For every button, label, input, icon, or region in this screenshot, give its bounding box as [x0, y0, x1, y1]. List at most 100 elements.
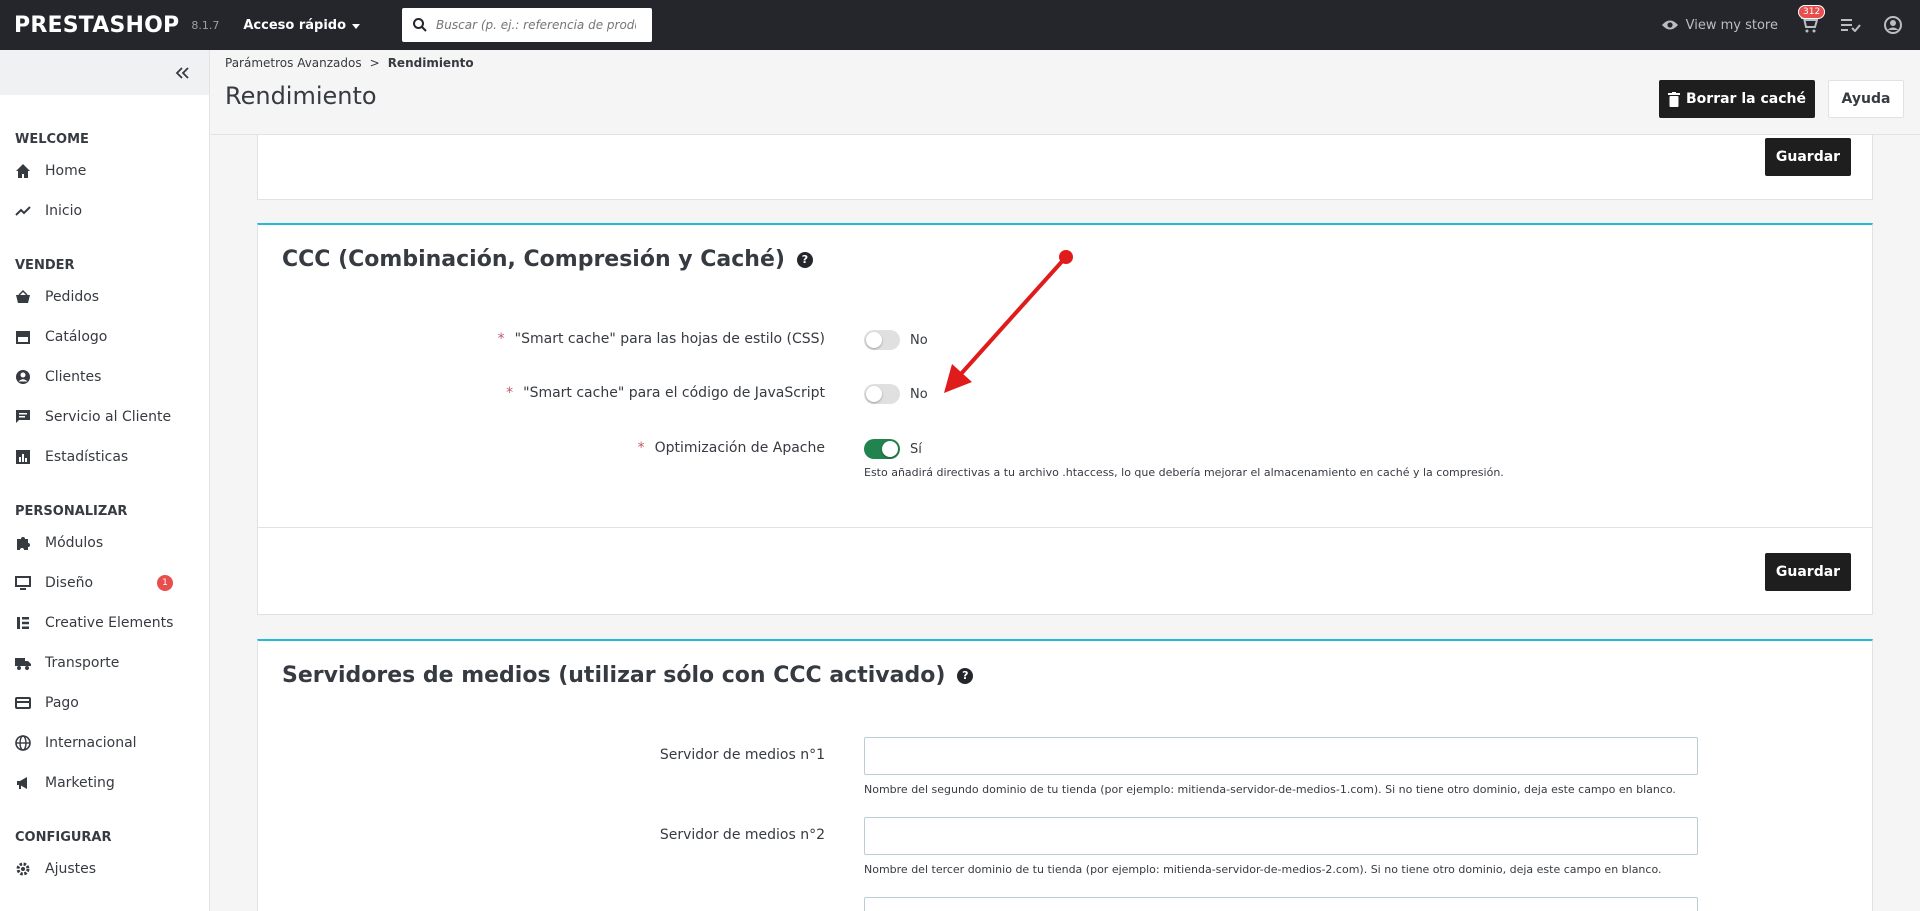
help-icon[interactable]: ? [796, 251, 813, 268]
apache-optimization-help: Esto añadirá directivas a tu archivo .ht… [864, 466, 1504, 479]
sidebar-item-creative-elements[interactable]: Creative Elements [0, 603, 209, 643]
js-cache-label-text: "Smart cache" para el código de JavaScri… [523, 385, 825, 401]
sidebar-item-label: Internacional [45, 735, 137, 751]
sidebar-item-label: Estadísticas [45, 449, 129, 465]
chat-icon [15, 409, 31, 425]
sidebar-item-label: Servicio al Cliente [45, 409, 172, 425]
sidebar-item-home[interactable]: Home [0, 151, 209, 191]
js-cache-toggle[interactable] [864, 384, 900, 404]
clear-cache-button[interactable]: Borrar la caché [1659, 80, 1815, 118]
breadcrumb: Parámetros Avanzados > Rendimiento [225, 56, 474, 70]
sidebar-item-internacional[interactable]: Internacional [0, 723, 209, 763]
ccc-title-text: CCC (Combinación, Compresión y Caché) [282, 247, 785, 272]
monitor-icon [15, 575, 31, 591]
account-button[interactable] [1882, 14, 1904, 36]
sidebar-item-pedidos[interactable]: Pedidos [0, 277, 209, 317]
apache-optimization-value: Sí [910, 442, 922, 457]
sidebar-item-pago[interactable]: Pago [0, 683, 209, 723]
sidebar-section-title: VENDER [15, 258, 75, 273]
search-input[interactable] [436, 18, 637, 32]
notification-count-badge: 312 [1798, 5, 1826, 19]
quick-access-label: Acceso rápido [243, 17, 347, 33]
sidebar-item-label: Transporte [45, 655, 120, 671]
search-icon [413, 18, 427, 32]
css-cache-label-text: "Smart cache" para las hojas de estilo (… [514, 331, 825, 347]
sidebar-item-m-dulos[interactable]: Módulos [0, 523, 209, 563]
sidebar-item-label: Marketing [45, 775, 115, 791]
sidebar-item-dise-o[interactable]: Diseño 1 [0, 563, 209, 603]
media-servers-panel: Servidores de medios (utilizar sólo con … [257, 639, 1873, 911]
media-server-2-help: Nombre del tercer dominio de tu tienda (… [864, 863, 1662, 876]
sidebar-item-estad-sticas[interactable]: Estadísticas [0, 437, 209, 477]
sidebar-item-ajustes[interactable]: Ajustes [0, 849, 209, 889]
version-label: 8.1.7 [191, 18, 220, 32]
help-button[interactable]: Ayuda [1828, 80, 1904, 118]
double-chevron-left-icon [175, 66, 189, 79]
search-box[interactable] [402, 8, 653, 42]
sidebar-item-label: Catálogo [45, 329, 108, 345]
sidebar-item-label: Pedidos [45, 289, 100, 305]
sidebar-section-title: WELCOME [15, 132, 89, 147]
apache-optimization-label-text: Optimización de Apache [654, 440, 825, 456]
sidebar-section-title: PERSONALIZAR [15, 504, 128, 519]
store-icon [15, 329, 31, 345]
css-cache-toggle[interactable] [864, 330, 900, 350]
caret-down-icon [352, 23, 361, 29]
sidebar-item-marketing[interactable]: Marketing [0, 763, 209, 803]
sidebar-item-label: Home [45, 163, 87, 179]
media-server-1-help: Nombre del segundo dominio de tu tienda … [864, 783, 1676, 796]
required-asterisk: * [497, 331, 505, 347]
media-server-2-input[interactable] [864, 817, 1698, 855]
toggle-knob [866, 332, 882, 348]
puzzle-icon [15, 535, 31, 551]
toggle-knob [866, 386, 882, 402]
home-icon [15, 163, 31, 179]
sidebar: WELCOME Home Inicio VENDER Pedidos Catálogo Cl… [0, 50, 210, 911]
media-title-text: Servidores de medios (utilizar sólo con … [282, 663, 946, 688]
elements-icon [15, 615, 31, 631]
orders-notification[interactable]: 312 [1798, 5, 1826, 36]
sidebar-item-label: Módulos [45, 535, 104, 551]
sidebar-item-servicio-al-cliente[interactable]: Servicio al Cliente [0, 397, 209, 437]
trash-icon [1668, 91, 1681, 107]
media-server-1-label: Servidor de medios n°1 [659, 747, 825, 763]
clear-cache-label: Borrar la caché [1686, 91, 1806, 107]
sidebar-item-inicio[interactable]: Inicio [0, 191, 209, 231]
apache-optimization-label: * Optimización de Apache [638, 440, 825, 456]
sidebar-item-transporte[interactable]: Transporte [0, 643, 209, 683]
top-right-actions: View my store 312 [1661, 0, 1904, 50]
ccc-panel-title: CCC (Combinación, Compresión y Caché) ? [282, 247, 813, 272]
save-button-top[interactable]: Guardar [1765, 138, 1851, 176]
view-store-link[interactable]: View my store [1661, 18, 1778, 33]
tasks-button[interactable] [1840, 14, 1862, 36]
sidebar-item-label: Diseño [45, 575, 94, 591]
chart-icon [15, 449, 31, 465]
sidebar-item-label: Inicio [45, 203, 83, 219]
save-button-ccc[interactable]: Guardar [1765, 553, 1851, 591]
media-server-2-label: Servidor de medios n°2 [659, 827, 825, 843]
top-bar: PRESTASHOP 8.1.7 Acceso rápido View my s… [0, 0, 1920, 50]
collapse-sidebar-button[interactable] [0, 50, 209, 95]
media-panel-title: Servidores de medios (utilizar sólo con … [282, 663, 974, 688]
main-content: Guardar CCC (Combinación, Compresión y C… [211, 135, 1920, 911]
sidebar-item-cat-logo[interactable]: Catálogo [0, 317, 209, 357]
media-server-3-input[interactable] [864, 897, 1698, 911]
prestashop-logo[interactable]: PRESTASHOP [14, 13, 179, 38]
gear-icon [15, 861, 31, 877]
sidebar-item-clientes[interactable]: Clientes [0, 357, 209, 397]
breadcrumb-current: Rendimiento [387, 56, 474, 70]
truck-icon [15, 655, 31, 671]
quick-access-dropdown[interactable]: Acceso rápido [243, 17, 361, 33]
required-asterisk: * [637, 440, 645, 456]
globe-icon [15, 735, 31, 751]
help-icon[interactable]: ? [957, 667, 974, 684]
list-check-icon [1841, 19, 1861, 32]
media-server-1-input[interactable] [864, 737, 1698, 775]
sidebar-section-title: CONFIGURAR [15, 830, 112, 845]
panel-footer-divider [258, 527, 1872, 528]
notification-badge: 1 [157, 575, 173, 591]
breadcrumb-parent[interactable]: Parámetros Avanzados [225, 56, 362, 70]
sidebar-item-label: Ajustes [45, 861, 97, 877]
sidebar-nav: WELCOME Home Inicio VENDER Pedidos Catálogo Cl… [0, 95, 209, 889]
apache-optimization-toggle[interactable] [864, 439, 900, 459]
